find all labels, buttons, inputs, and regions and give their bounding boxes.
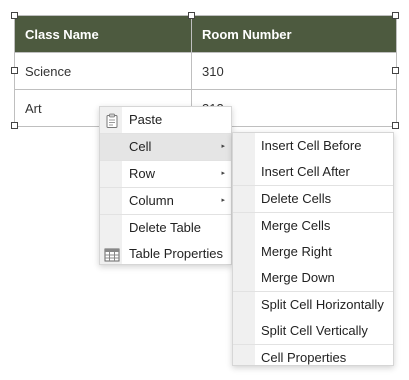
menu-item-table-properties[interactable]: Table Properties [100,241,231,267]
table-cell[interactable]: Science [14,52,192,90]
menu-item-label: Merge Cells [261,218,331,233]
submenu-arrow-icon: ▸ [221,197,225,204]
menu-item-delete-cells[interactable]: Delete Cells [233,186,393,213]
header-room-number[interactable]: Room Number [191,15,397,53]
resize-handle-bottom-left[interactable] [11,122,18,129]
submenu-arrow-icon: ▸ [221,170,225,177]
menu-item-label: Merge Down [261,270,335,285]
submenu-arrow-icon: ▸ [221,143,225,150]
menu-item-label: Split Cell Vertically [261,323,368,338]
menu-item-insert-cell-after[interactable]: Insert Cell After [233,159,393,186]
menu-item-merge-cells[interactable]: Merge Cells [233,213,393,239]
menu-item-split-cell-horizontally[interactable]: Split Cell Horizontally [233,292,393,318]
menu-item-column[interactable]: Column ▸ [100,187,231,215]
menu-item-insert-cell-before[interactable]: Insert Cell Before [233,133,393,159]
resize-handle-top-left[interactable] [11,12,18,19]
menu-item-delete-table[interactable]: Delete Table [100,215,231,241]
menu-item-label: Table Properties [129,246,223,261]
menu-item-label: Merge Right [261,244,332,259]
menu-item-paste[interactable]: Paste [100,107,231,134]
menu-item-cell-properties[interactable]: Cell Properties [233,345,393,371]
menu-item-row[interactable]: Row ▸ [100,160,231,187]
table-row: Science 310 [14,52,397,90]
resize-handle-bottom-right[interactable] [392,122,399,129]
menu-item-label: Split Cell Horizontally [261,297,384,312]
menu-item-label: Delete Table [129,220,202,235]
table-icon [104,246,120,262]
context-menu: Paste Cell ▸ Row ▸ Column ▸ Delete Table… [99,106,232,265]
resize-handle-right[interactable] [392,67,399,74]
menu-item-split-cell-vertically[interactable]: Split Cell Vertically [233,318,393,345]
menu-item-label: Insert Cell After [261,164,350,179]
table-cell[interactable]: 310 [191,52,397,90]
menu-item-label: Cell [129,139,152,154]
resize-handle-top-right[interactable] [392,12,399,19]
menu-item-label: Cell Properties [261,350,347,365]
menu-item-label: Insert Cell Before [261,138,362,153]
resize-handle-left[interactable] [11,67,18,74]
menu-item-cell[interactable]: Cell ▸ [100,134,231,160]
menu-item-merge-down[interactable]: Merge Down [233,265,393,292]
menu-item-merge-right[interactable]: Merge Right [233,239,393,265]
menu-item-label: Delete Cells [261,191,332,206]
paste-icon [104,112,120,128]
header-class-name[interactable]: Class Name [14,15,192,53]
resize-handle-top[interactable] [188,12,195,19]
menu-item-label: Row [129,166,156,181]
menu-item-label: Paste [129,112,163,127]
menu-item-label: Column [129,193,174,208]
table-header-row: Class Name Room Number [14,15,397,53]
cell-submenu: Insert Cell Before Insert Cell After Del… [232,132,394,366]
